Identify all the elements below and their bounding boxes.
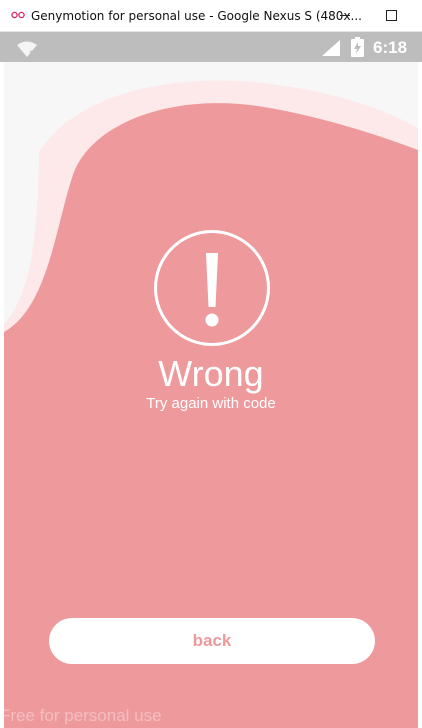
wifi-question-icon: ? (17, 41, 37, 58)
result-title: Wrong (158, 353, 264, 394)
genymotion-logo-icon (11, 11, 25, 19)
exclamation-circle-icon (154, 230, 270, 346)
minimize-icon[interactable] (334, 6, 356, 26)
signal-icon (322, 40, 340, 56)
svg-text:?: ? (29, 49, 35, 58)
result-subtitle: Try again with code (146, 395, 276, 412)
watermark: Free for personal use (0, 706, 162, 725)
battery-charging-icon (351, 37, 364, 57)
app-screen: Wrong Try again with code back (4, 62, 418, 728)
status-clock: 6:18 (373, 38, 408, 57)
maximize-icon[interactable] (380, 6, 402, 26)
window-title-bar: Genymotion for personal use - Google Nex… (0, 0, 422, 32)
back-button[interactable]: back (49, 618, 375, 664)
window-title: Genymotion for personal use - Google Nex… (31, 9, 362, 23)
